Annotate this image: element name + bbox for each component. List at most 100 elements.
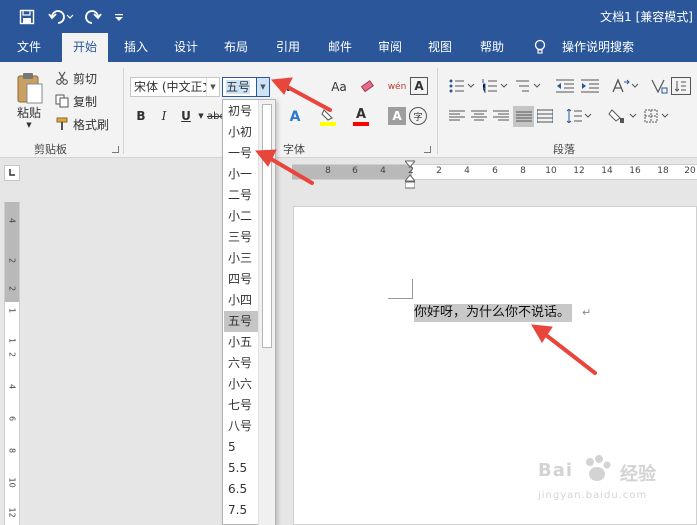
char-shading-button[interactable]: A <box>388 107 406 125</box>
dropdown-option[interactable]: 三号 <box>224 227 259 248</box>
tab-mailings[interactable]: 邮件 <box>318 33 362 62</box>
copy-icon <box>54 93 70 109</box>
selected-text[interactable]: 你好呀，为什么你不说话。 <box>414 304 573 322</box>
clipboard-launcher-icon[interactable] <box>112 146 119 153</box>
dropdown-option[interactable]: 小五 <box>224 332 259 353</box>
underline-button[interactable]: U <box>178 107 194 125</box>
grow-font-icon[interactable]: A <box>275 78 295 96</box>
dropdown-option[interactable]: 初号 <box>224 101 259 122</box>
watermark-logo: Bai 经验 jingyan.baidu.com <box>538 450 688 516</box>
tab-home[interactable]: 开始 <box>62 33 108 62</box>
bullets-icon[interactable] <box>448 77 478 95</box>
italic-button[interactable]: I <box>156 107 172 125</box>
ruler-number: 12 <box>573 166 585 176</box>
dropdown-option[interactable]: 小三 <box>224 248 259 269</box>
group-separator <box>437 68 438 154</box>
dropdown-option[interactable]: 八号 <box>224 416 259 437</box>
dropdown-option[interactable]: 5 <box>224 437 259 458</box>
phonetic-guide-button[interactable]: wén <box>386 76 408 98</box>
font-launcher-icon[interactable] <box>424 146 431 153</box>
clear-format-icon[interactable] <box>358 78 378 96</box>
tab-design[interactable]: 设计 <box>164 33 208 62</box>
dropdown-scrollbar[interactable] <box>258 100 275 525</box>
paw-icon <box>586 455 611 481</box>
paste-button[interactable]: 粘贴 <box>10 104 48 120</box>
increase-indent-icon[interactable] <box>579 77 601 95</box>
highlight-icon[interactable] <box>318 106 338 128</box>
chevron-down-icon[interactable]: ▼ <box>196 109 206 123</box>
ruler-number: 14 <box>601 166 613 176</box>
text-effect-button[interactable]: A <box>286 107 304 127</box>
horizontal-ruler[interactable]: 8 6 4 2 2 4 6 8 10 12 14 16 18 20 <box>292 164 697 180</box>
save-icon[interactable] <box>14 6 40 28</box>
undo-icon[interactable] <box>46 6 76 28</box>
font-color-button[interactable]: A <box>351 106 371 128</box>
sort-icon[interactable] <box>671 77 691 95</box>
customize-icon[interactable] <box>112 6 126 28</box>
dropdown-option[interactable]: 6.5 <box>224 479 259 500</box>
format-painter-button[interactable]: 格式刷 <box>72 116 110 132</box>
tell-me-search[interactable]: 操作说明搜索 <box>556 33 640 62</box>
dropdown-option[interactable]: 小六 <box>224 374 259 395</box>
chevron-down-icon[interactable]: ▼ <box>256 78 269 96</box>
numbering-icon[interactable] <box>481 77 511 95</box>
text-direction-icon[interactable] <box>610 77 640 95</box>
font-size-combo[interactable]: 五号 ▼ <box>222 77 270 97</box>
dropdown-option[interactable]: 小二 <box>224 206 259 227</box>
dropdown-option[interactable]: 5.5 <box>224 458 259 479</box>
ruler-number: 12 <box>7 507 17 518</box>
ruler-number: 2 <box>436 166 442 176</box>
font-name-combo[interactable]: 宋体 (中文正文) ▼ <box>130 77 220 97</box>
vertical-ruler[interactable]: 4 2 2 1 1 2 4 6 8 10 12 <box>4 202 20 525</box>
bold-button[interactable]: B <box>133 107 149 125</box>
dropdown-option[interactable]: 小四 <box>224 290 259 311</box>
dropdown-option[interactable]: 小初 <box>224 122 259 143</box>
distributed-icon[interactable] <box>536 107 554 125</box>
line-spacing-icon[interactable] <box>565 107 593 125</box>
borders-icon[interactable] <box>643 107 673 125</box>
justify-icon[interactable] <box>513 106 534 127</box>
paste-icon[interactable] <box>12 68 48 108</box>
dropdown-option[interactable]: 四号 <box>224 269 259 290</box>
multilevel-list-icon[interactable] <box>514 77 544 95</box>
indent-marker-icon[interactable] <box>403 160 417 189</box>
dropdown-option[interactable]: 二号 <box>224 185 259 206</box>
dropdown-option[interactable]: 一号 <box>224 143 259 164</box>
font-size-value: 五号 <box>226 80 251 94</box>
tab-help[interactable]: 帮助 <box>470 33 514 62</box>
tab-file[interactable]: 文件 <box>4 33 54 62</box>
paste-dropdown-icon[interactable]: ▼ <box>22 120 36 130</box>
lightbulb-icon[interactable] <box>530 33 550 62</box>
tab-insert[interactable]: 插入 <box>114 33 158 62</box>
cut-button[interactable]: 剪切 <box>72 70 98 86</box>
align-right-icon[interactable] <box>492 107 510 125</box>
dropdown-option[interactable]: 六号 <box>224 353 259 374</box>
chevron-down-icon[interactable]: ▼ <box>206 78 219 96</box>
shading-icon[interactable] <box>607 107 639 125</box>
chinese-layout-icon[interactable] <box>649 77 669 95</box>
dropdown-option-selected[interactable]: 五号 <box>224 311 259 332</box>
ruler-number: 16 <box>629 166 641 176</box>
ruler-number: 6 <box>352 166 358 176</box>
ruler-number: 18 <box>657 166 669 176</box>
align-center-icon[interactable] <box>470 107 488 125</box>
tab-references[interactable]: 引用 <box>266 33 310 62</box>
copy-button[interactable]: 复制 <box>72 93 98 109</box>
enclose-char-button[interactable]: 字 <box>409 107 427 125</box>
ruler-number: 1 <box>7 307 17 314</box>
tab-review[interactable]: 审阅 <box>368 33 412 62</box>
dropdown-option[interactable]: 7.5 <box>224 500 259 521</box>
tab-view[interactable]: 视图 <box>418 33 462 62</box>
tab-layout[interactable]: 布局 <box>214 33 258 62</box>
redo-icon[interactable] <box>82 6 104 28</box>
char-border-button[interactable]: A <box>410 77 428 95</box>
decrease-indent-icon[interactable] <box>554 77 576 95</box>
paragraph-group-label: 段落 <box>553 143 575 156</box>
dropdown-option[interactable]: 七号 <box>224 395 259 416</box>
scrollbar-thumb[interactable] <box>262 104 272 348</box>
tab-selector-icon[interactable] <box>4 165 20 181</box>
font-group-label: 字体 <box>283 143 305 156</box>
change-case-button[interactable]: Aa <box>324 78 354 96</box>
dropdown-option[interactable]: 小一 <box>224 164 259 185</box>
align-left-icon[interactable] <box>448 107 466 125</box>
